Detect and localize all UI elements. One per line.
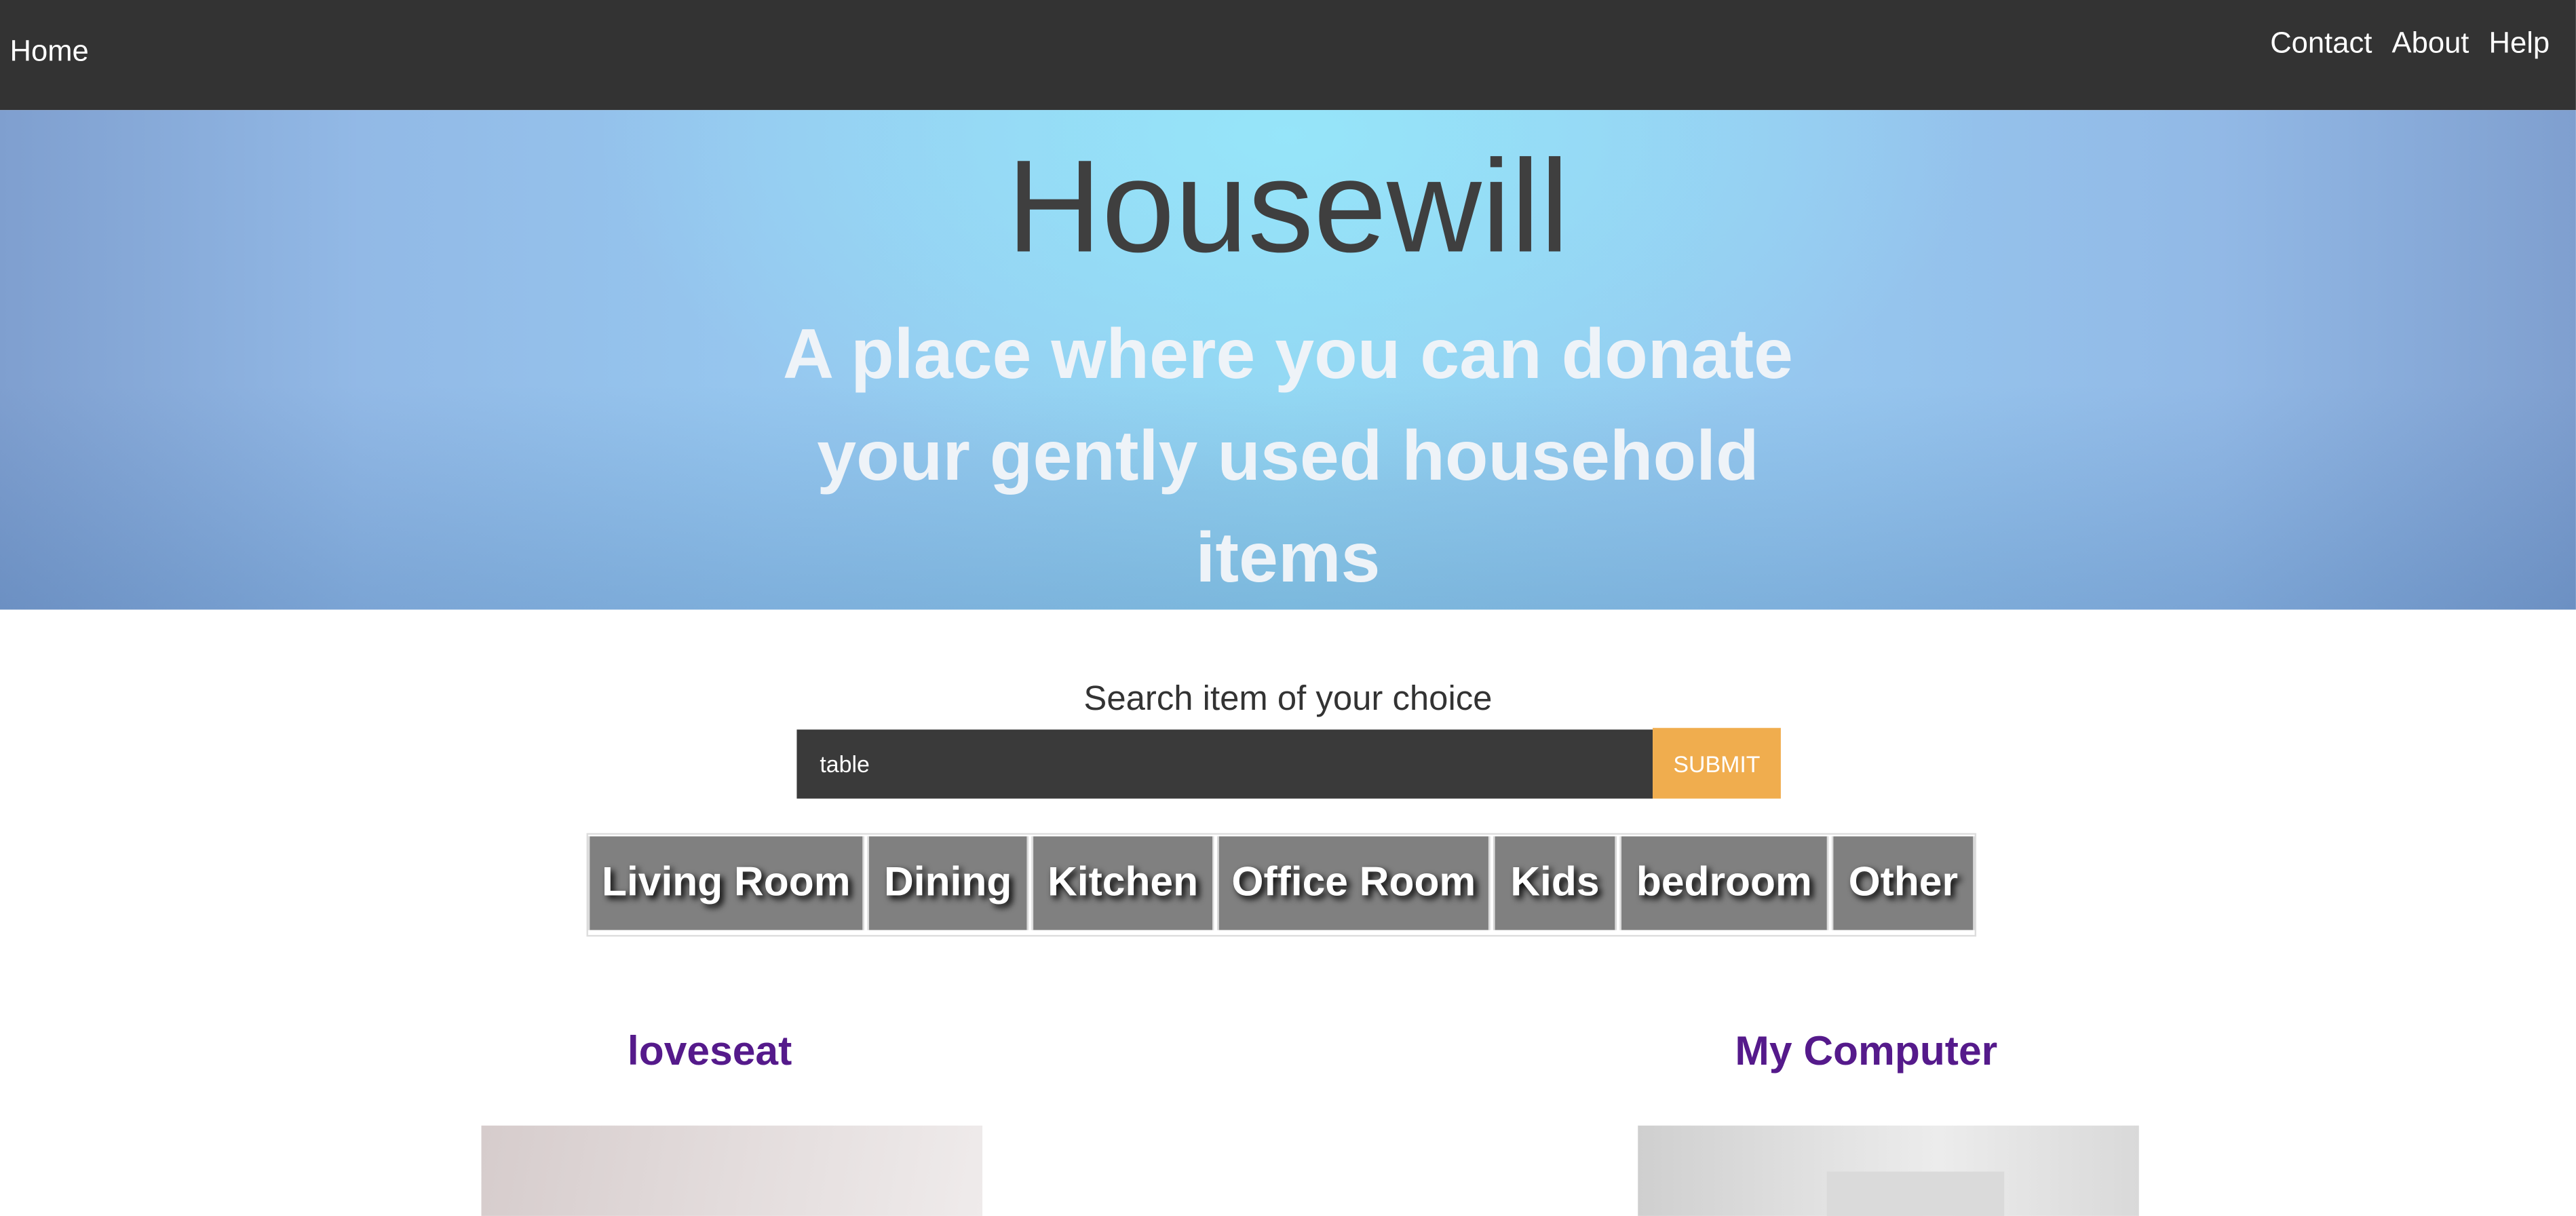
nav-right-links: Contact About Help (2270, 26, 2550, 61)
item-image-my-computer[interactable] (1638, 1125, 2139, 1216)
category-living-room[interactable]: Living Room (588, 836, 864, 930)
category-dining[interactable]: Dining (867, 836, 1029, 930)
submit-button[interactable]: SUBMIT (1653, 727, 1781, 799)
nav-help-link[interactable]: Help (2488, 26, 2550, 61)
category-office-room[interactable]: Office Room (1217, 836, 1491, 930)
site-tagline: A place where you can donate your gently… (782, 315, 1793, 598)
top-navbar: Home Contact About Help (0, 0, 2576, 111)
site-title: Housewill (1006, 133, 1569, 280)
nav-about-link[interactable]: About (2392, 26, 2469, 61)
search-label: Search item of your choice (1083, 680, 1493, 719)
item-title-my-computer[interactable]: My Computer (1636, 1029, 2096, 1076)
category-bar: Living Room Dining Kitchen Office Room K… (586, 833, 1977, 937)
hero-banner: Housewill A place where you can donate y… (0, 110, 2576, 610)
category-bedroom[interactable]: bedroom (1619, 836, 1829, 930)
page: Home Contact About Help Housewill A plac… (0, 0, 2576, 1216)
search-input[interactable] (796, 729, 1653, 799)
item-image-loveseat[interactable] (481, 1125, 983, 1216)
category-kids[interactable]: Kids (1493, 836, 1617, 930)
item-title-loveseat[interactable]: loveseat (480, 1029, 940, 1076)
nav-contact-link[interactable]: Contact (2270, 26, 2372, 61)
nav-home-link[interactable]: Home (10, 35, 89, 69)
category-other[interactable]: Other (1831, 836, 1975, 930)
category-kitchen[interactable]: Kitchen (1031, 836, 1214, 930)
